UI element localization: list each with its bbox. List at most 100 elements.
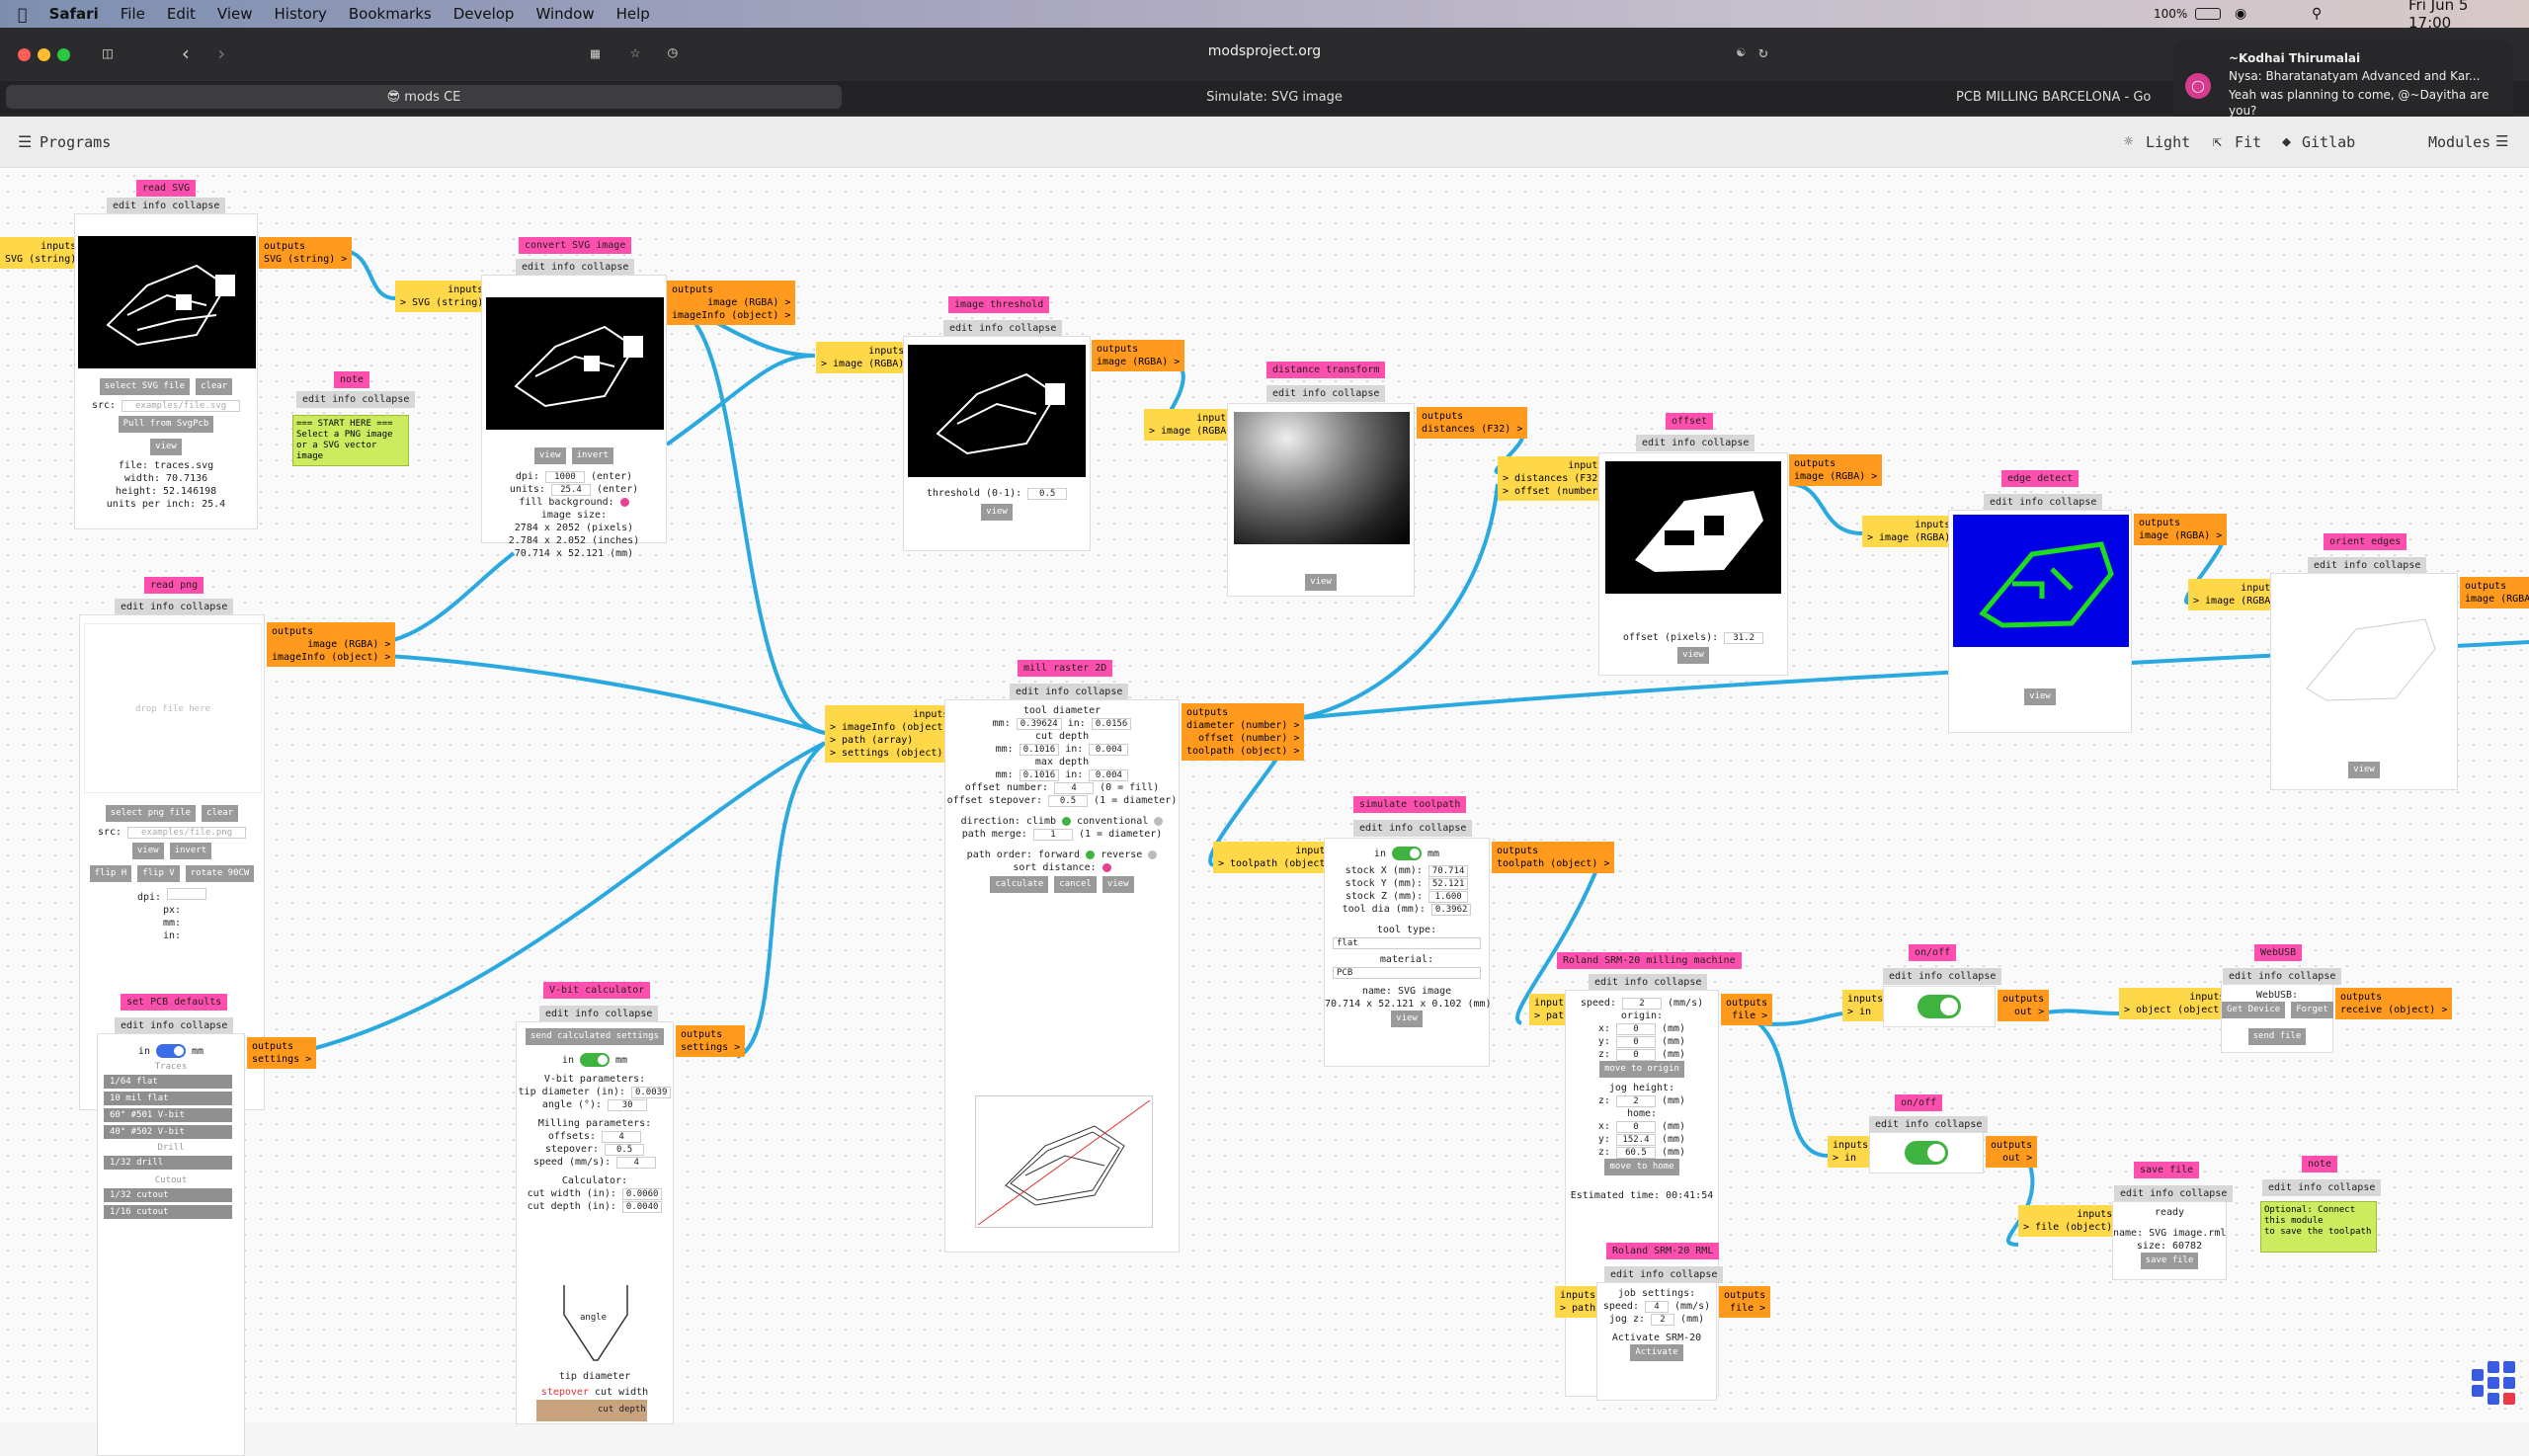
onoff1-title[interactable]: on/off	[1909, 944, 1957, 961]
input-path[interactable]: > path	[1560, 1302, 1595, 1315]
roland-title[interactable]: Roland SRM-20 milling machine	[1557, 952, 1742, 969]
output-image[interactable]: image (RGBA) >	[1794, 470, 1877, 483]
select-png-button[interactable]: select png file	[105, 805, 197, 822]
orient-inputs[interactable]: inputs > image (RGBA)	[2188, 579, 2282, 610]
grid-icon[interactable]: ▦	[591, 44, 600, 62]
threshold-bar[interactable]: edit info collapse	[943, 320, 1063, 337]
output-toolpath[interactable]: toolpath (object) >	[1186, 745, 1299, 758]
preset-1-16-cutout[interactable]: 1/16 cutout	[104, 1205, 232, 1219]
simulate-inputs[interactable]: inputs > toolpath (object)	[1213, 842, 1337, 873]
units-toggle[interactable]	[1392, 847, 1422, 860]
input-offset[interactable]: > offset (number)	[1503, 485, 1603, 498]
tab-simulate-svg[interactable]: Simulate: SVG image	[850, 85, 1699, 109]
jog-z-input[interactable]: 2	[1651, 1314, 1675, 1326]
send-file-button[interactable]: send file	[2247, 1028, 2307, 1045]
tool-dia-input[interactable]: 0.3962	[1430, 904, 1472, 916]
convert-inputs[interactable]: inputs > SVG (string)	[395, 281, 489, 312]
invert-button[interactable]: invert	[169, 843, 212, 859]
zoom-window-button[interactable]	[57, 48, 70, 61]
move-to-home-button[interactable]: move to home	[1604, 1159, 1679, 1175]
onoff1-outputs[interactable]: outputs out >	[1998, 990, 2050, 1021]
search-icon[interactable]: ⚲	[2312, 6, 2322, 22]
onoff1-toggle[interactable]	[1917, 995, 1961, 1018]
note2-bar[interactable]: edit info collapse	[2262, 1179, 2382, 1196]
output-image[interactable]: image (RGBA) >	[1097, 356, 1180, 368]
view-button[interactable]: view	[533, 447, 566, 464]
origin-z-input[interactable]: 0	[1615, 1049, 1656, 1061]
roland-bar[interactable]: edit info collapse	[1589, 974, 1708, 991]
output-settings[interactable]: settings >	[681, 1041, 740, 1054]
orient-outputs[interactable]: outputsimage (RGBA)	[2460, 577, 2529, 608]
orient-bar[interactable]: edit info collapse	[2308, 557, 2427, 574]
output-file[interactable]: file >	[1726, 1010, 1767, 1022]
distance-title[interactable]: distance transform	[1266, 362, 1386, 378]
dpi-input[interactable]	[167, 888, 207, 900]
conventional-radio[interactable]	[1154, 816, 1164, 826]
simulate-outputs[interactable]: outputs toolpath (object) >	[1492, 842, 1615, 873]
menu-icon[interactable]: ☰	[18, 132, 32, 151]
output-receive[interactable]: receive (object) >	[2340, 1004, 2447, 1016]
fill-checkbox[interactable]	[619, 497, 629, 507]
webusb-outputs[interactable]: outputs receive (object) >	[2335, 988, 2453, 1019]
output-image[interactable]: image (RGBA) >	[672, 296, 790, 309]
preset-10-mil-flat[interactable]: 10 mil flat	[104, 1092, 232, 1105]
read-svg-title[interactable]: read SVG	[136, 180, 197, 197]
fit-button[interactable]: Fit	[2235, 133, 2261, 151]
distance-inputs[interactable]: inputs > image (RGBA)	[1144, 409, 1238, 441]
onoff2-toggle[interactable]	[1905, 1141, 1948, 1165]
tool-in-input[interactable]: 0.0156	[1091, 718, 1132, 730]
output-settings[interactable]: settings >	[252, 1053, 311, 1066]
material-select[interactable]: PCB	[1333, 967, 1481, 979]
forward-radio[interactable]	[1086, 849, 1096, 859]
close-window-button[interactable]	[18, 48, 31, 61]
output-diameter[interactable]: diameter (number) >	[1186, 719, 1299, 732]
tab-mods-ce[interactable]: 😎 mods CE	[6, 85, 842, 109]
read-png-outputs[interactable]: outputs image (RGBA) > imageInfo (object) …	[267, 622, 396, 667]
drop-zone[interactable]: drop file here	[84, 623, 262, 793]
pull-svgpcb-button[interactable]: Pull from SvgPcb	[118, 416, 214, 433]
menu-item-file[interactable]: File	[121, 5, 145, 23]
read-png-bar[interactable]: edit info collapse	[115, 599, 234, 615]
history-icon[interactable]: ◷	[668, 42, 678, 61]
units-toggle[interactable]	[580, 1053, 610, 1067]
read-png-title[interactable]: read png	[144, 577, 204, 594]
offset-inputs[interactable]: inputs > distances (F32) > offset (number)	[1498, 456, 1609, 501]
menu-item-window[interactable]: Window	[535, 5, 594, 23]
modules-menu-icon[interactable]: ☰	[2495, 132, 2508, 150]
menu-item-history[interactable]: History	[275, 5, 327, 23]
onoff2-bar[interactable]: edit info collapse	[1869, 1116, 1989, 1133]
distance-bar[interactable]: edit info collapse	[1266, 385, 1386, 402]
light-icon[interactable]: ☼	[2124, 132, 2133, 150]
translate-icon[interactable]: ☯	[1737, 44, 1745, 60]
stock-x-input[interactable]: 70.714	[1428, 865, 1469, 877]
activate-button[interactable]: Activate	[1630, 1344, 1683, 1361]
onoff1-bar[interactable]: edit info collapse	[1883, 968, 2002, 985]
cut-mm-input[interactable]: 0.1016	[1019, 744, 1060, 756]
units-toggle[interactable]	[156, 1044, 186, 1058]
output-imageinfo[interactable]: imageInfo (object) >	[272, 651, 390, 664]
webusb-bar[interactable]: edit info collapse	[2223, 968, 2342, 985]
src-input[interactable]: examples/file.svg	[122, 400, 241, 412]
note2-text[interactable]: Optional: Connect this module to save th…	[2260, 1201, 2377, 1253]
save-bar[interactable]: edit info collapse	[2114, 1185, 2234, 1202]
menu-item-safari[interactable]: Safari	[49, 5, 99, 23]
webusb-title[interactable]: WebUSB	[2254, 944, 2303, 961]
webusb-inputs[interactable]: inputs > object (object)	[2119, 988, 2231, 1019]
calculate-button[interactable]: calculate	[990, 876, 1049, 893]
output-offset[interactable]: offset (number) >	[1186, 732, 1299, 745]
address-bar[interactable]: modsproject.org	[1047, 38, 1482, 65]
fit-icon[interactable]: ⇱	[2213, 132, 2222, 150]
speed-input[interactable]: 4	[1645, 1301, 1669, 1313]
move-to-origin-button[interactable]: move to origin	[1599, 1061, 1684, 1078]
input-settings[interactable]: > settings (object)	[830, 747, 948, 760]
offset-number-input[interactable]: 4	[1054, 782, 1095, 794]
edge-bar[interactable]: edit info collapse	[1984, 494, 2103, 511]
back-icon[interactable]: ‹	[180, 41, 192, 65]
max-in-input[interactable]: 0.004	[1089, 769, 1129, 781]
jog-z-input[interactable]: 2	[1615, 1095, 1656, 1107]
offset-outputs[interactable]: outputs image (RGBA) >	[1789, 454, 1883, 486]
edge-title[interactable]: edge detect	[2001, 470, 2080, 487]
rotate-button[interactable]: rotate 90CW	[185, 865, 255, 882]
note-bar[interactable]: edit info collapse	[296, 391, 416, 408]
mill-title[interactable]: mill raster 2D	[1018, 660, 1113, 677]
